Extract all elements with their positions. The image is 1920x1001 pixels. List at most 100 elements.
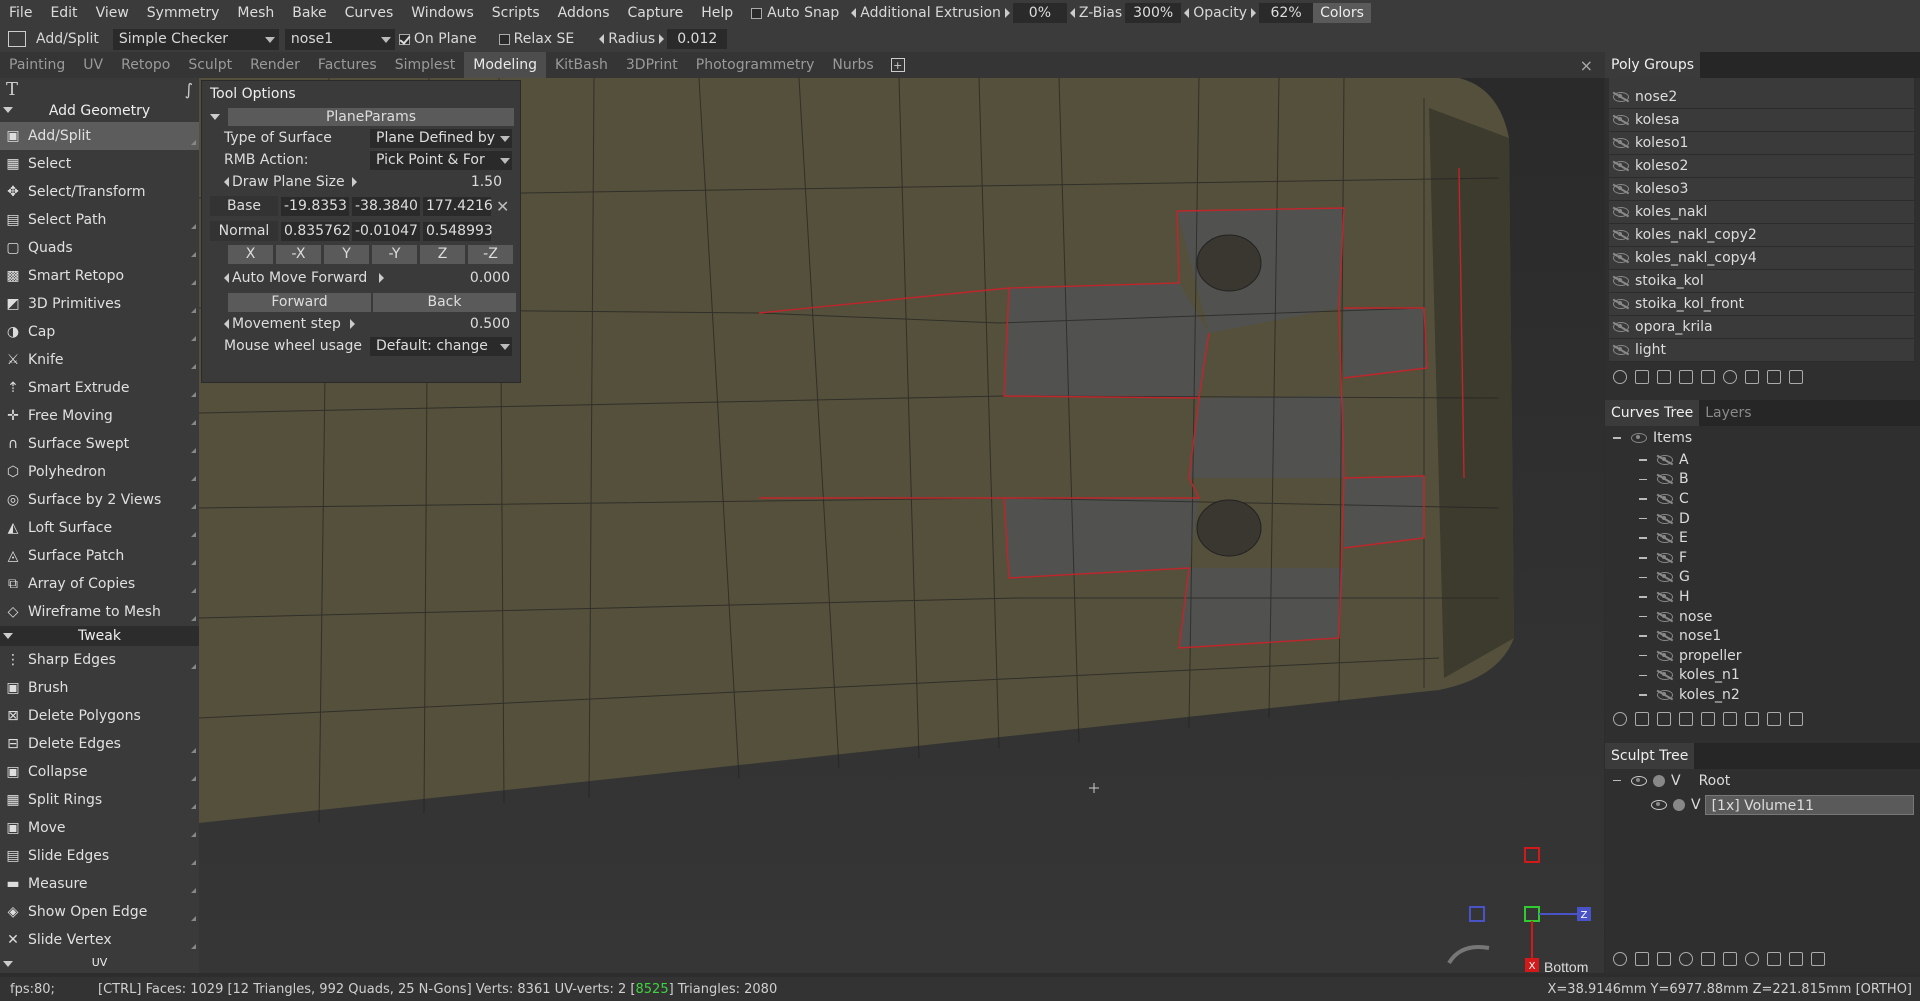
sculpt-root[interactable]: V Root [1605, 769, 1920, 793]
extrusion-spinner[interactable]: Additional Extrusion [848, 5, 1013, 21]
tool-swept[interactable]: ∩ Surface Swept [0, 430, 199, 458]
menu-windows[interactable]: Windows [402, 5, 483, 21]
rmb-action-dropdown[interactable]: Pick Point & For [370, 150, 512, 170]
eye-hidden-icon[interactable] [1657, 591, 1673, 602]
polygroup-item[interactable]: stoika_kol_front [1609, 293, 1914, 316]
voxel-mode-icon[interactable]: V [1671, 773, 1681, 789]
base-z-field[interactable]: 177.4216 [423, 196, 493, 216]
copy-icon[interactable] [1657, 952, 1671, 966]
tab-photogrammetry[interactable]: Photogrammetry [687, 52, 824, 78]
tool-extrude[interactable]: ⇡ Smart Extrude [0, 374, 199, 402]
pen-icon[interactable] [1701, 711, 1715, 726]
curve-item[interactable]: D [1605, 509, 1920, 529]
tool-select[interactable]: ▦ Select [0, 150, 199, 178]
forward-button[interactable]: Forward [228, 292, 371, 312]
planeparams-group[interactable]: PlaneParams [202, 107, 520, 127]
colors-button[interactable]: Colors [1313, 3, 1371, 23]
base-x-field[interactable]: -19.8353 [281, 196, 349, 216]
arrow-right-icon[interactable] [659, 34, 665, 44]
tool-brush[interactable]: ▣ Brush [0, 674, 199, 702]
menu-scripts[interactable]: Scripts [483, 5, 549, 21]
curve-item[interactable]: nose [1605, 607, 1920, 627]
tab-polygroups[interactable]: Poly Groups [1605, 52, 1701, 78]
eye-hidden-icon[interactable] [1613, 276, 1629, 286]
eye-hidden-icon[interactable] [1657, 474, 1673, 485]
add-tab-icon[interactable]: + [890, 58, 905, 72]
search-icon[interactable] [1613, 952, 1627, 966]
shader-dropdown[interactable]: Simple Checker [112, 28, 279, 50]
menu-mesh[interactable]: Mesh [228, 5, 283, 21]
menu-help[interactable]: Help [692, 5, 742, 21]
eye-hidden-icon[interactable] [1657, 533, 1673, 544]
check-icon[interactable] [1657, 711, 1671, 726]
arrow-right-icon[interactable] [1004, 8, 1010, 18]
movement-step-value[interactable]: 0.500 [470, 316, 510, 332]
file-icon[interactable] [1767, 952, 1781, 966]
eye-hidden-icon[interactable] [1613, 207, 1629, 217]
curve-item[interactable]: G [1605, 568, 1920, 588]
arrow-left-icon[interactable] [851, 8, 857, 18]
curve-item[interactable]: propeller [1605, 646, 1920, 666]
tool-retopo[interactable]: ▩ Smart Retopo [0, 262, 199, 290]
polygroup-item[interactable]: koles_nakl_copy4 [1609, 247, 1914, 270]
axis-neg-x-button[interactable]: -X [276, 244, 321, 264]
tool-transform[interactable]: ✥ Select/Transform [0, 178, 199, 206]
opacity-value[interactable]: 62% [1259, 3, 1314, 23]
sculpt-volume-item[interactable]: V [1x] Volume11 [1605, 793, 1920, 817]
menu-symmetry[interactable]: Symmetry [138, 5, 229, 21]
polygroup-item[interactable]: opora_krila [1609, 316, 1914, 339]
tool-delete-edges[interactable]: ⊟ Delete Edges [0, 730, 199, 758]
curve-new-icon[interactable] [1635, 711, 1649, 726]
eye-hidden-icon[interactable] [1613, 161, 1629, 171]
remove-icon[interactable] [1767, 370, 1781, 384]
axis-y-button[interactable]: Y [324, 244, 369, 264]
polygroup-item[interactable]: kolesa [1609, 109, 1914, 132]
back-button[interactable]: Back [373, 292, 516, 312]
tab-layers[interactable]: Layers [1699, 400, 1757, 426]
draw-plane-size-row[interactable]: Draw Plane Size 1.50 [202, 171, 520, 193]
on-plane-toggle[interactable]: On Plane [398, 31, 477, 47]
tab-kitbash[interactable]: KitBash [546, 52, 617, 78]
eye-icon[interactable] [1651, 799, 1667, 810]
tool-measure[interactable]: ▬ Measure [0, 870, 199, 898]
mouse-wheel-dropdown[interactable]: Default: change [370, 336, 512, 356]
add-icon[interactable] [1635, 370, 1649, 384]
zbias-value[interactable]: 300% [1125, 3, 1182, 23]
collapse-icon[interactable] [210, 114, 220, 120]
curves-root[interactable]: Items [1605, 426, 1920, 450]
curve-item[interactable]: E [1605, 528, 1920, 548]
table-icon[interactable] [1745, 370, 1759, 384]
axis-z-button[interactable]: Z [420, 244, 465, 264]
tab-render[interactable]: Render [241, 52, 309, 78]
merge-icon[interactable] [1701, 370, 1715, 384]
tab-factures[interactable]: Factures [309, 52, 386, 78]
tool-path[interactable]: ▤ Select Path [0, 206, 199, 234]
eye-hidden-icon[interactable] [1657, 454, 1673, 465]
export-icon[interactable] [1789, 711, 1803, 726]
relax-checkbox[interactable] [498, 33, 510, 45]
menu-edit[interactable]: Edit [41, 5, 86, 21]
draw-plane-size-value[interactable]: 1.50 [471, 174, 502, 190]
menu-file[interactable]: File [0, 5, 41, 21]
tool-free-moving[interactable]: ✛ Free Moving [0, 402, 199, 430]
type-of-surface-dropdown[interactable]: Plane Defined by [370, 128, 512, 148]
tool-polyhedron[interactable]: ⬡ Polyhedron [0, 458, 199, 486]
arrow-right-icon[interactable] [1251, 8, 1257, 18]
eye-icon[interactable] [1631, 775, 1647, 786]
arrow-left-icon[interactable] [1184, 8, 1190, 18]
tab-painting[interactable]: Painting [0, 52, 74, 78]
close-icon[interactable]: × [1580, 56, 1593, 75]
copy-icon[interactable] [1679, 711, 1693, 726]
text-tool-icon[interactable]: T [6, 79, 18, 100]
save-icon[interactable] [1745, 711, 1759, 726]
radius-spinner[interactable]: Radius [596, 31, 667, 47]
curve-item[interactable]: koles_n1 [1605, 666, 1920, 686]
normal-z-field[interactable]: 0.548993 [423, 221, 493, 241]
search-icon[interactable] [1613, 711, 1627, 726]
section-tweak[interactable]: Tweak [0, 626, 199, 646]
ghost-icon[interactable] [1673, 798, 1685, 811]
tab-modeling[interactable]: Modeling [464, 52, 546, 78]
export-icon[interactable] [1811, 952, 1825, 966]
arrow-right-icon[interactable] [379, 273, 384, 283]
eye-hidden-icon[interactable] [1657, 670, 1673, 681]
